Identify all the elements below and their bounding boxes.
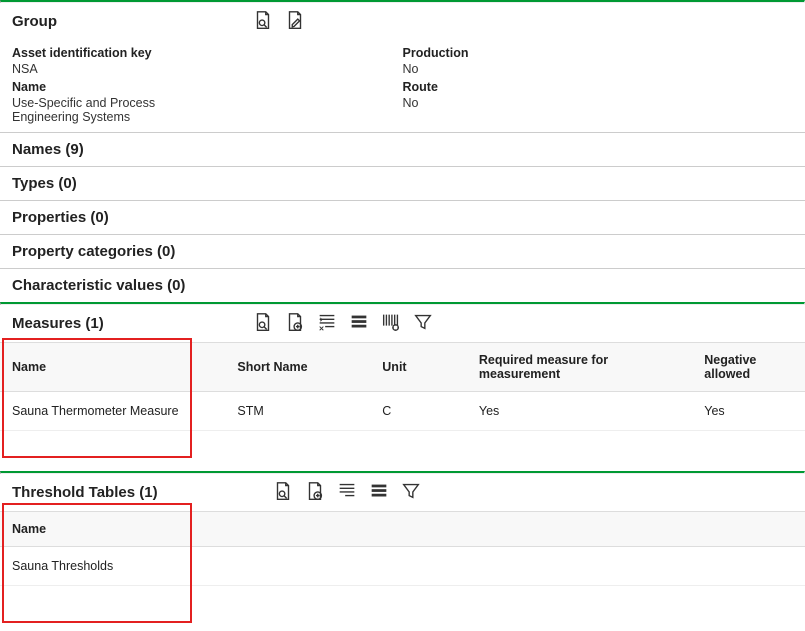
group-title: Group (12, 13, 232, 30)
filter-icon[interactable] (412, 311, 434, 336)
cell-negative: Yes (692, 392, 805, 431)
table-row[interactable]: Sauna Thresholds (0, 547, 805, 586)
edit-icon[interactable] (284, 9, 306, 34)
property-categories-section-header[interactable]: Property categories (0) (0, 234, 805, 268)
thresholds-toolbar (272, 480, 422, 505)
measures-table: Name Short Name Unit Required measure fo… (0, 342, 805, 431)
characteristic-values-section-header[interactable]: Characteristic values (0) (0, 268, 805, 302)
filter-icon[interactable] (400, 480, 422, 505)
measures-section: Measures (1) (0, 302, 805, 431)
name-label: Name (12, 80, 403, 94)
asset-key-value: NSA (12, 62, 403, 76)
name-value: Use-Specific and Process Engineering Sys… (12, 96, 212, 124)
types-section-header[interactable]: Types (0) (0, 166, 805, 200)
names-section-header[interactable]: Names (9) (0, 132, 805, 166)
table-row[interactable]: Sauna Thermometer Measure STM C Yes Yes (0, 392, 805, 431)
list-icon[interactable] (368, 480, 390, 505)
table-header-row: Name (0, 512, 805, 547)
asset-key-label: Asset identification key (12, 46, 403, 60)
cell-unit: C (370, 392, 467, 431)
measures-toolbar (252, 311, 434, 336)
view-icon[interactable] (252, 9, 274, 34)
thresholds-title: Threshold Tables (1) (12, 484, 252, 501)
cell-name: Sauna Thresholds (0, 547, 805, 586)
group-toolbar (252, 9, 306, 34)
route-value: No (403, 96, 794, 110)
thresholds-section: Threshold Tables (1) (0, 471, 805, 586)
production-label: Production (403, 46, 794, 60)
select-list-icon[interactable] (316, 311, 338, 336)
view-icon[interactable] (252, 311, 274, 336)
route-label: Route (403, 80, 794, 94)
thresholds-table: Name Sauna Thresholds (0, 511, 805, 586)
cell-name: Sauna Thermometer Measure (0, 392, 225, 431)
list-icon[interactable] (348, 311, 370, 336)
col-required[interactable]: Required measure for measurement (467, 343, 692, 392)
table-header-row: Name Short Name Unit Required measure fo… (0, 343, 805, 392)
add-icon[interactable] (284, 311, 306, 336)
barcode-settings-icon[interactable] (380, 311, 402, 336)
measures-title: Measures (1) (12, 315, 232, 332)
production-value: No (403, 62, 794, 76)
select-list-icon[interactable] (336, 480, 358, 505)
col-name[interactable]: Name (0, 512, 805, 547)
properties-section-header[interactable]: Properties (0) (0, 200, 805, 234)
col-unit[interactable]: Unit (370, 343, 467, 392)
col-name[interactable]: Name (0, 343, 225, 392)
col-negative[interactable]: Negative allowed (692, 343, 805, 392)
add-icon[interactable] (304, 480, 326, 505)
cell-short-name: STM (225, 392, 370, 431)
view-icon[interactable] (272, 480, 294, 505)
group-section: Group Asset identification key NSA Name … (0, 0, 805, 132)
cell-required: Yes (467, 392, 692, 431)
col-short-name[interactable]: Short Name (225, 343, 370, 392)
